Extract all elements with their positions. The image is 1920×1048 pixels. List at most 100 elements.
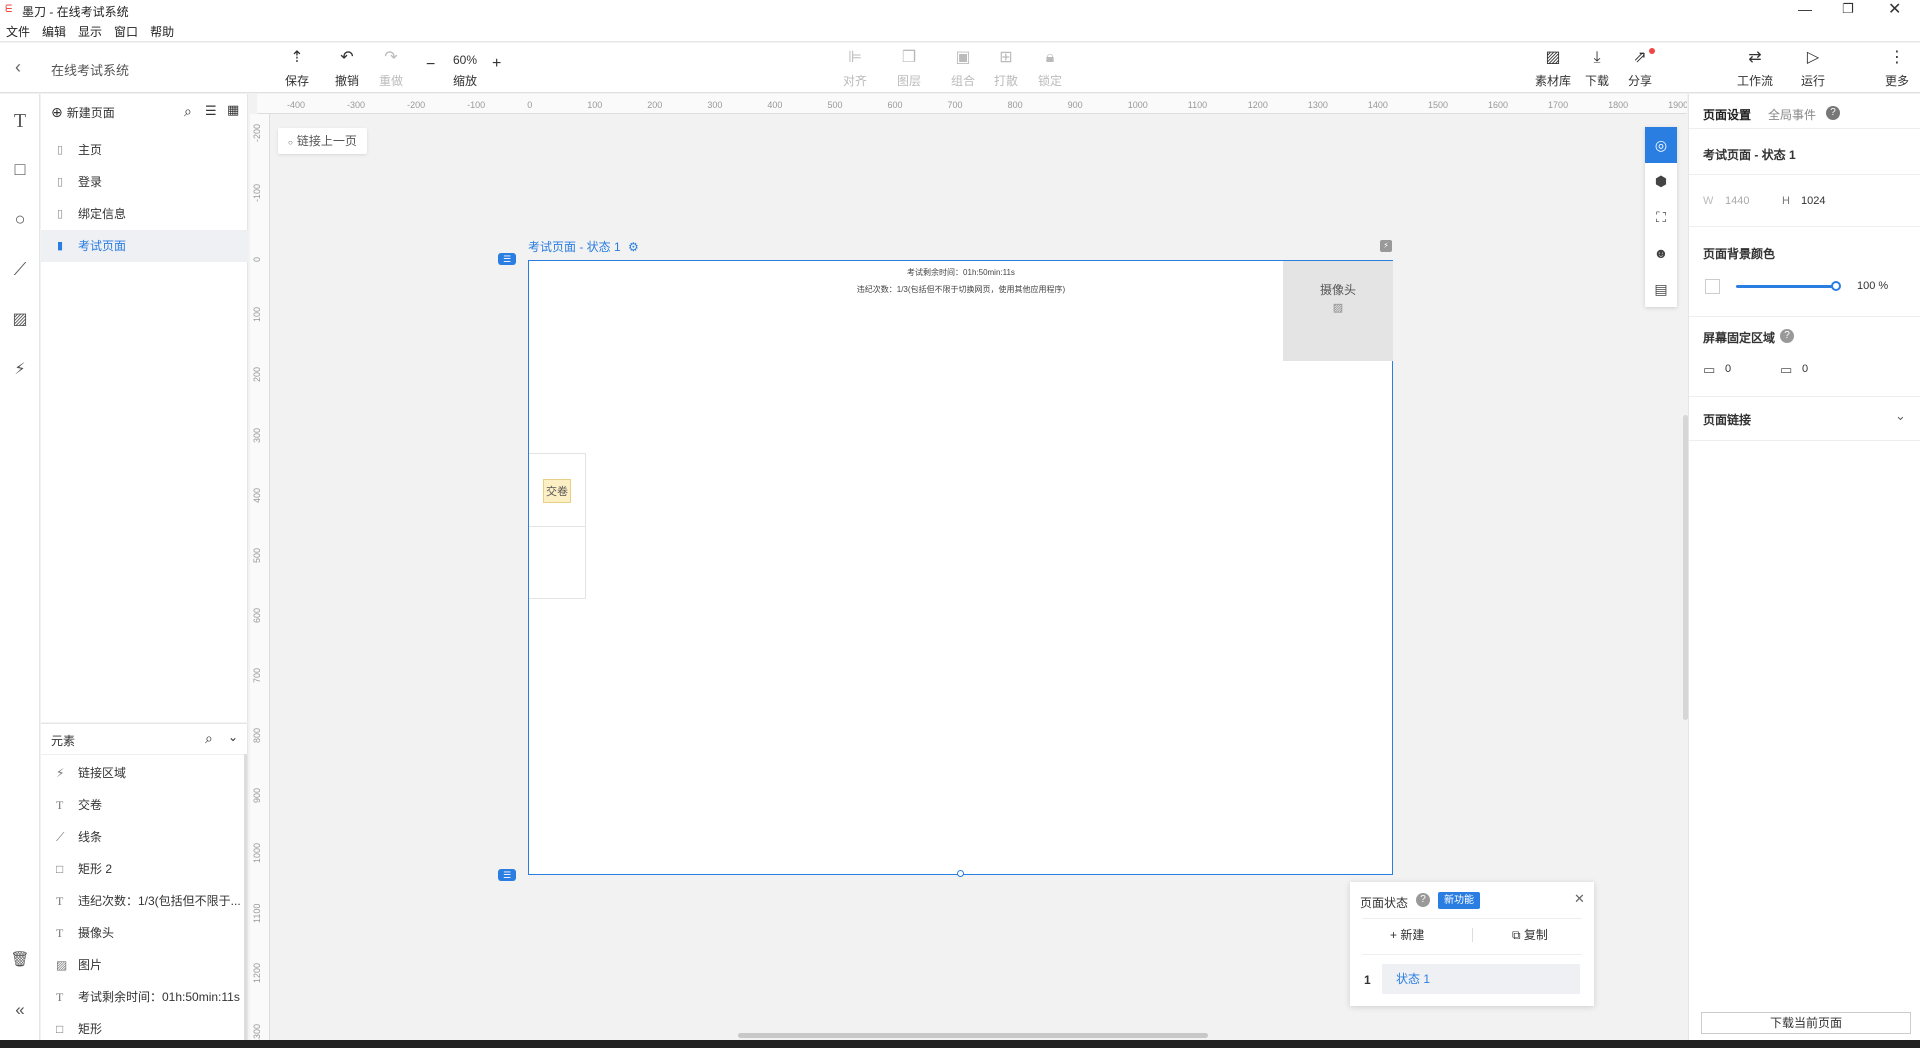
share-button[interactable]: ⇗ 分享 <box>1620 49 1660 89</box>
ungroup-button[interactable]: ⊞ 打散 <box>986 49 1026 89</box>
help-icon[interactable]: ? <box>1416 893 1430 907</box>
menu-window[interactable]: 窗口 <box>114 22 138 42</box>
copy-state-button[interactable]: ⧉ 复制 <box>1512 926 1548 943</box>
image-tool-icon[interactable]: ▨ <box>0 309 40 329</box>
link-area-tool-icon[interactable]: ⚡ <box>0 359 40 379</box>
element-item[interactable]: ⟋ 线条 <box>41 821 241 853</box>
new-page-button[interactable]: ⊕ 新建页面 <box>51 104 115 121</box>
chevron-down-icon[interactable]: ⌄ <box>1895 408 1906 424</box>
text-tool-icon[interactable]: T <box>0 110 40 133</box>
tab-global-events[interactable]: 全局事件 <box>1768 106 1816 123</box>
page-item-exam[interactable]: ▮ 考试页面 <box>41 230 248 262</box>
frame-menu-icon[interactable]: ☰ <box>498 253 516 265</box>
page-item-home[interactable]: ▯ 主页 <box>41 134 248 166</box>
state-item[interactable]: 状态 1 <box>1382 964 1580 994</box>
new-state-button[interactable]: + 新建 <box>1390 926 1424 943</box>
menu-help[interactable]: 帮助 <box>150 22 174 42</box>
zoom-in-icon[interactable]: + <box>492 55 501 73</box>
undo-button[interactable]: ↶ 撤销 <box>327 49 367 89</box>
canvas-vertical-scrollbar[interactable] <box>1683 415 1688 720</box>
list-view-icon[interactable]: ☰ <box>205 103 217 119</box>
bg-color-swatch[interactable] <box>1705 279 1720 294</box>
align-button[interactable]: ⊫ 对齐 <box>835 49 875 89</box>
line-tool-icon[interactable]: ⟋ <box>0 259 40 280</box>
emoji-icon[interactable]: ☻ <box>1645 235 1677 271</box>
download-button[interactable]: ⤓ 下载 <box>1577 49 1617 89</box>
zoom-control[interactable]: 60% 缩放 <box>445 51 485 89</box>
element-search-icon[interactable]: ⌕ <box>205 730 213 747</box>
layout-icon[interactable]: ▤ <box>1645 271 1677 307</box>
close-window-icon[interactable]: ✕ <box>1888 0 1901 19</box>
vertical-ruler: -200 -100 0 100 200 300 400 500 600 700 800 900 1000… <box>250 114 270 1048</box>
run-button[interactable]: ▷ 运行 <box>1793 49 1833 89</box>
trash-icon[interactable]: 🗑︎ <box>0 950 40 968</box>
redo-button[interactable]: ↷ 重做 <box>371 49 411 89</box>
scan-icon[interactable]: ⛶ <box>1645 199 1677 235</box>
image-icon: ▨ <box>56 958 68 972</box>
sidebar-rect[interactable]: 交卷 <box>529 453 586 599</box>
design-canvas[interactable]: 考试剩余时间：01h:50min:11s 违纪次数：1/3(包括但不限于切换网页… <box>528 260 1393 877</box>
frame-menu-icon-bottom[interactable]: ☰ <box>498 869 516 881</box>
restore-icon[interactable]: ❐ <box>1842 1 1854 17</box>
help-icon[interactable]: ? <box>1826 106 1840 120</box>
element-item[interactable]: T 违纪次数：1/3(包括但不限于... <box>41 885 241 917</box>
height-value[interactable]: 1024 <box>1801 195 1825 207</box>
lightning-icon[interactable]: ⚡ <box>1380 240 1392 252</box>
cube-icon[interactable]: ⬢ <box>1645 163 1677 199</box>
fixed-bottom-icon: ▭ <box>1780 362 1793 377</box>
element-item[interactable]: □ 矩形 2 <box>41 853 241 885</box>
frame-label[interactable]: 考试页面 - 状态 1 ⚙ <box>528 238 639 255</box>
minimize-icon[interactable]: — <box>1798 1 1812 17</box>
element-item[interactable]: T 交卷 <box>41 789 241 821</box>
horizontal-ruler: -400 -300 -200 -100 0 100 200 300 400 500 600 700 80… <box>257 94 1687 114</box>
element-item[interactable]: T 摄像头 <box>41 917 241 949</box>
ruler-v-tick: 900 <box>252 788 262 804</box>
help-icon[interactable]: ? <box>1780 329 1794 343</box>
fixed-bottom-value[interactable]: 0 <box>1802 363 1808 375</box>
save-button[interactable]: ⇡ 保存 <box>277 49 317 89</box>
back-icon[interactable]: ‹ <box>15 57 21 78</box>
layer-button[interactable]: ❒ 图层 <box>889 49 929 89</box>
zoom-out-icon[interactable]: − <box>426 56 435 74</box>
menu-file[interactable]: 文件 <box>6 22 30 42</box>
lock-button[interactable]: 🔒︎ 锁定 <box>1030 49 1070 89</box>
page-item-bind-info[interactable]: ▯ 绑定信息 <box>41 198 248 230</box>
element-item[interactable]: ⚡ 链接区域 <box>41 757 241 789</box>
link-prev-page-button[interactable]: ○ 链接上一页 <box>278 128 367 154</box>
violation-text[interactable]: 违纪次数：1/3(包括但不限于切换网页，使用其他应用程序) <box>529 284 1393 295</box>
width-value[interactable]: 1440 <box>1725 195 1749 207</box>
assets-button[interactable]: ▨ 素材库 <box>1533 49 1573 89</box>
menu-view[interactable]: 显示 <box>78 22 102 42</box>
collapse-icon[interactable]: « <box>0 1000 40 1020</box>
download-page-button[interactable]: 下载当前页面 <box>1701 1012 1911 1034</box>
chevron-down-icon[interactable]: ⌄ <box>228 730 238 744</box>
grid-view-icon[interactable]: ▦ <box>227 102 239 118</box>
submit-button[interactable]: 交卷 <box>543 479 571 503</box>
page-item-login[interactable]: ▯ 登录 <box>41 166 248 198</box>
opacity-value[interactable]: 100 % <box>1857 280 1888 292</box>
workflow-button[interactable]: ⇄ 工作流 <box>1730 49 1780 89</box>
element-item[interactable]: T 考试剩余时间：01h:50min:11s <box>41 981 241 1013</box>
fixed-top-value[interactable]: 0 <box>1725 363 1731 375</box>
tab-page-settings[interactable]: 页面设置 <box>1703 106 1751 123</box>
menu-edit[interactable]: 编辑 <box>42 22 66 42</box>
circle-tool-icon[interactable]: ○ <box>0 209 40 230</box>
resize-handle[interactable] <box>957 870 964 877</box>
properties-panel: 页面设置 全局事件 ? 考试页面 - 状态 1 W 1440 H 1024 页面… <box>1688 94 1920 1048</box>
close-icon[interactable]: ✕ <box>1574 891 1585 907</box>
page-link-title[interactable]: 页面链接 <box>1703 411 1751 428</box>
target-icon[interactable]: ◎ <box>1645 127 1677 163</box>
more-button[interactable]: ⋮ 更多 <box>1877 49 1917 89</box>
timer-text[interactable]: 考试剩余时间：01h:50min:11s <box>529 267 1393 278</box>
canvas-horizontal-scrollbar[interactable] <box>738 1033 1208 1038</box>
ungroup-icon: ⊞ <box>999 49 1013 66</box>
camera-box[interactable]: 摄像头 ▨ <box>1283 261 1393 361</box>
opacity-slider-handle[interactable] <box>1831 281 1841 291</box>
search-icon[interactable]: ⌕ <box>184 103 192 120</box>
elements-scrollbar[interactable] <box>244 754 247 1044</box>
opacity-slider[interactable] <box>1736 285 1836 288</box>
rectangle-tool-icon[interactable]: □ <box>0 159 40 180</box>
group-button[interactable]: ▣ 组合 <box>943 49 983 89</box>
element-item[interactable]: ▨ 图片 <box>41 949 241 981</box>
settings-badge-icon[interactable]: ⚙ <box>628 240 639 254</box>
